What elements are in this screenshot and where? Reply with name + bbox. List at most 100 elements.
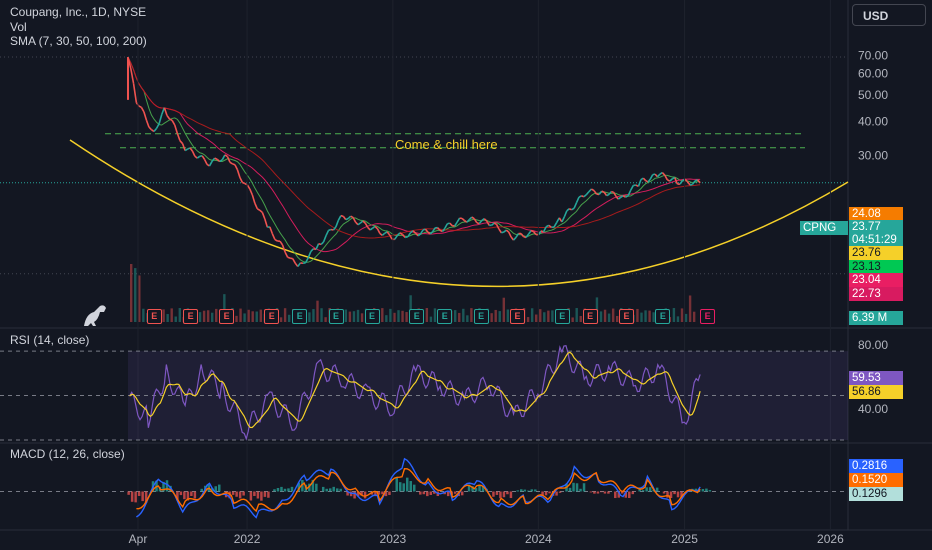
earnings-marker[interactable]: E: [437, 309, 453, 324]
price-segment: [412, 230, 417, 234]
price-segment: [320, 241, 325, 245]
macd-histogram-bar: [534, 489, 537, 492]
macd-histogram-bar: [495, 491, 499, 495]
earnings-marker[interactable]: E: [700, 309, 716, 324]
volume-bar: [502, 297, 505, 322]
macd-histogram-bar: [363, 491, 367, 499]
macd-histogram-bar: [127, 491, 130, 495]
earnings-marker[interactable]: E: [554, 309, 570, 324]
macd-histogram-bar: [641, 490, 645, 492]
x-tick-label: 2024: [525, 532, 552, 546]
macd-histogram-bar: [422, 491, 426, 495]
price-segment: [221, 154, 226, 161]
price-segment: [630, 185, 635, 191]
earnings-marker[interactable]: E: [655, 309, 671, 324]
price-segment: [242, 181, 246, 185]
macd-histogram-bar: [256, 491, 260, 499]
earnings-marker[interactable]: E: [509, 309, 525, 324]
earnings-marker[interactable]: E: [619, 309, 635, 324]
volume-bar: [611, 308, 615, 322]
sma-badge-7: 23.76: [849, 246, 903, 260]
volume-bar: [206, 310, 210, 322]
earnings-marker[interactable]: E: [328, 309, 344, 324]
price-segment: [495, 223, 500, 230]
volume-bar: [174, 316, 177, 322]
price-segment: [456, 217, 461, 223]
rsi-title[interactable]: RSI (14, close): [10, 333, 89, 347]
price-segment: [424, 228, 429, 233]
price-segment: [376, 228, 381, 234]
sma-indicator-label[interactable]: SMA (7, 30, 50, 100, 200): [10, 34, 147, 48]
volume-bar: [251, 311, 254, 322]
macd-histogram-bar: [137, 491, 141, 496]
price-segment: [583, 194, 587, 198]
price-segment: [627, 189, 632, 196]
price-segment: [606, 193, 610, 197]
volume-bar: [466, 315, 469, 322]
macd-histogram-bar: [141, 491, 144, 502]
macd-histogram-bar: [509, 491, 513, 499]
price-segment: [342, 215, 347, 221]
price-segment: [449, 222, 453, 227]
macd-histogram-bar: [273, 489, 276, 492]
price-segment: [581, 195, 585, 198]
earnings-marker[interactable]: E: [183, 309, 199, 324]
price-segment: [194, 155, 198, 159]
price-segment: [155, 123, 160, 129]
currency-selector[interactable]: USD: [852, 4, 926, 26]
price-segment: [214, 157, 218, 161]
price-segment: [601, 190, 605, 194]
price-segment: [337, 215, 342, 221]
price-segment: [379, 232, 383, 236]
macd-histogram-bar: [446, 491, 450, 497]
macd-histogram-bar: [231, 491, 235, 495]
sma-badge-100: 22.73: [849, 287, 903, 301]
price-segment: [226, 156, 231, 163]
price-segment: [394, 235, 398, 240]
price-segment: [140, 106, 145, 113]
macd-histogram-bar: [600, 491, 603, 493]
macd-histogram-bar: [705, 488, 708, 492]
volume-bar: [178, 308, 181, 322]
last-price-badge: 23.77: [849, 220, 903, 234]
earnings-marker[interactable]: E: [473, 309, 489, 324]
price-segment: [254, 202, 259, 210]
volume-indicator-label[interactable]: Vol: [10, 20, 27, 34]
price-segment: [401, 234, 406, 239]
price-segment: [153, 127, 158, 132]
macd-title[interactable]: MACD (12, 26, close): [10, 447, 125, 461]
price-segment: [471, 216, 475, 220]
price-segment: [203, 159, 208, 165]
macd-histogram-bar: [263, 491, 267, 497]
price-segment: [483, 218, 488, 222]
chart-canvas[interactable]: 70.00 60.00 50.00 40.00 30.00 Come & chill he…: [0, 0, 932, 550]
price-segment: [367, 226, 371, 231]
earnings-marker[interactable]: E: [264, 309, 280, 324]
macd-histogram-bar: [506, 491, 509, 495]
price-segment: [697, 179, 701, 184]
volume-bar: [202, 310, 206, 322]
earnings-marker[interactable]: E: [582, 309, 598, 324]
volume-bar: [458, 312, 461, 322]
price-tick-label: 60.00: [858, 67, 888, 81]
macd-histogram-bar: [280, 486, 283, 492]
macd-histogram-bar: [460, 491, 464, 496]
earnings-marker[interactable]: E: [364, 309, 380, 324]
price-segment: [649, 174, 654, 180]
signal-line: [136, 468, 701, 513]
volume-bar: [360, 313, 364, 322]
macd-histogram-bar: [409, 481, 412, 492]
volume-bar: [211, 312, 214, 322]
macd-histogram-bar: [328, 488, 332, 492]
volume-bar: [599, 311, 603, 322]
macd-histogram-bar: [593, 491, 596, 494]
earnings-marker[interactable]: E: [292, 309, 308, 324]
price-segment: [381, 232, 386, 236]
price-segment: [315, 243, 320, 250]
volume-bar: [259, 309, 262, 322]
earnings-marker[interactable]: E: [409, 309, 425, 324]
earnings-marker[interactable]: E: [146, 309, 162, 324]
macd-histogram-bar: [218, 484, 221, 492]
price-segment: [261, 212, 266, 220]
earnings-marker[interactable]: E: [219, 309, 235, 324]
